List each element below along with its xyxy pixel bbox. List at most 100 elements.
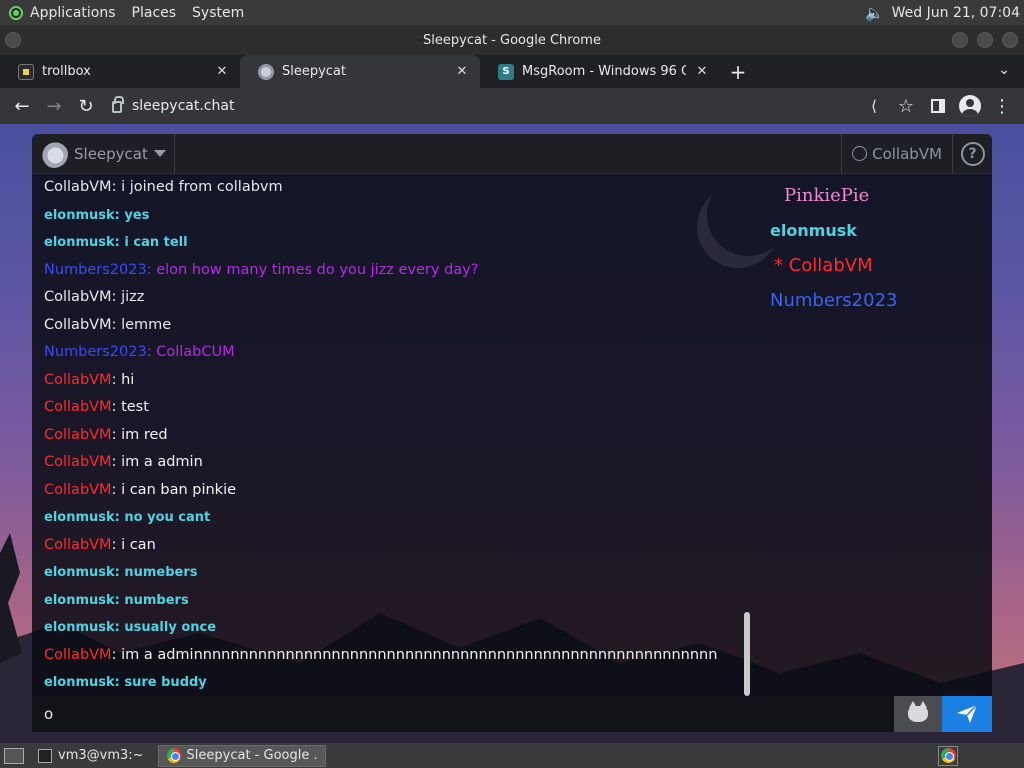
tab-close-icon[interactable]: ✕: [454, 64, 470, 79]
url-text[interactable]: sleepycat.chat: [132, 98, 234, 114]
online-user[interactable]: elonmusk: [770, 213, 970, 248]
tab-close-icon[interactable]: ✕: [694, 64, 710, 79]
side-panel-icon[interactable]: [924, 92, 952, 120]
msgroom-favicon-icon: S: [498, 63, 514, 80]
message-author[interactable]: CollabVM: [44, 482, 112, 498]
message-author[interactable]: CollabVM: [44, 289, 112, 305]
message-composer: [32, 696, 992, 732]
chat-message: elonmusk: sure buddy: [44, 669, 764, 697]
message-text: : im red: [111, 426, 168, 443]
workspace-switcher[interactable]: [938, 745, 958, 766]
window-menu-button[interactable]: [5, 32, 21, 48]
applications-logo-icon: [8, 4, 24, 21]
share-icon[interactable]: ⟨: [860, 92, 888, 120]
message-text: : CollabCUM: [146, 344, 235, 360]
chat-message: CollabVM: i can: [44, 532, 764, 560]
message-author[interactable]: CollabVM: [44, 454, 112, 470]
sleepycat-favicon-icon: [258, 63, 274, 80]
message-author[interactable]: elonmusk: [44, 235, 115, 250]
message-text: : i can ban pinkie: [111, 481, 237, 498]
task-label: Sleepycat - Google ...: [186, 748, 317, 763]
bookmark-star-icon[interactable]: ☆: [892, 92, 920, 120]
message-author[interactable]: CollabVM: [44, 179, 112, 195]
tab-close-icon[interactable]: ✕: [214, 64, 230, 79]
message-scrollbar[interactable]: [744, 612, 750, 696]
chat-message: CollabVM: test: [44, 394, 764, 422]
online-user[interactable]: * CollabVM: [770, 248, 970, 283]
message-author[interactable]: CollabVM: [44, 647, 112, 663]
places-menu[interactable]: Places: [124, 0, 185, 25]
message-text: : usually once: [114, 620, 217, 635]
taskbar-item-terminal[interactable]: vm3@vm3:~: [30, 745, 152, 767]
cat-icon: [908, 701, 928, 722]
taskbar-item-chrome[interactable]: Sleepycat - Google ...: [157, 744, 326, 767]
minimize-button[interactable]: [952, 32, 968, 48]
message-text: : yes: [114, 207, 150, 223]
applications-menu[interactable]: Applications: [0, 0, 124, 25]
maximize-button[interactable]: [977, 32, 993, 48]
tab-search-chevron-icon[interactable]: ⌄: [998, 62, 1010, 78]
message-author[interactable]: elonmusk: [44, 510, 115, 525]
online-user-list: PinkiePie elonmusk * CollabVM Numbers2023: [770, 178, 970, 318]
chat-message: CollabVM: lemme: [44, 312, 764, 340]
web-page: Sleepycat CollabVM ? CollabVM: i joined …: [0, 124, 1024, 743]
chrome-menu-icon[interactable]: ⋮: [988, 92, 1016, 120]
emoji-cat-button[interactable]: [894, 696, 942, 732]
message-text: : im a adminnnnnnnnnnnnnnnnnnnnnnnnnnnnn…: [111, 646, 718, 663]
show-desktop-icon[interactable]: [4, 747, 24, 764]
chat-message: CollabVM: im a adminnnnnnnnnnnnnnnnnnnnn…: [44, 642, 764, 670]
brand-menu-button[interactable]: Sleepycat: [32, 134, 175, 174]
chrome-window: Sleepycat - Google Chrome trollbox ✕ Sle…: [0, 25, 1024, 743]
new-tab-button[interactable]: +: [724, 55, 752, 88]
message-text: : i joined from collabvm: [111, 179, 283, 195]
message-text: : im a admin: [111, 454, 203, 470]
tab-msgroom[interactable]: S MsgRoom - Windows 96 Chat ✕: [480, 55, 720, 88]
clock[interactable]: Wed Jun 21, 07:04: [892, 5, 1020, 21]
help-button[interactable]: ?: [952, 134, 992, 174]
message-author[interactable]: elonmusk: [44, 620, 115, 635]
message-author[interactable]: elonmusk: [44, 208, 115, 223]
user-icon: [852, 146, 868, 161]
chat-message: Numbers2023: CollabCUM: [44, 339, 764, 367]
reload-icon[interactable]: ↻: [72, 92, 100, 120]
system-menu-label: System: [192, 4, 245, 21]
lock-icon[interactable]: [112, 96, 124, 113]
current-user-button[interactable]: CollabVM: [841, 134, 952, 174]
task-label: vm3@vm3:~: [58, 748, 144, 763]
chat-message: CollabVM: jizz: [44, 284, 764, 312]
address-bar[interactable]: sleepycat.chat: [104, 92, 856, 120]
current-user-name: CollabVM: [872, 144, 942, 163]
window-titlebar[interactable]: Sleepycat - Google Chrome: [0, 25, 1024, 55]
message-author[interactable]: elonmusk: [44, 675, 115, 690]
message-author[interactable]: CollabVM: [44, 372, 112, 388]
volume-icon[interactable]: 🔈: [865, 4, 884, 22]
trollbox-favicon-icon: [18, 63, 34, 80]
back-arrow-icon[interactable]: ←: [8, 92, 36, 120]
online-user[interactable]: Numbers2023: [770, 283, 970, 318]
chat-message: elonmusk: usually once: [44, 614, 764, 642]
message-author[interactable]: CollabVM: [44, 399, 112, 415]
message-input[interactable]: [32, 696, 894, 732]
tab-sleepycat[interactable]: Sleepycat ✕: [240, 55, 480, 88]
message-author[interactable]: elonmusk: [44, 593, 115, 608]
window-title: Sleepycat - Google Chrome: [423, 32, 601, 48]
online-user[interactable]: PinkiePie: [770, 178, 970, 213]
chat-message: CollabVM: hi: [44, 367, 764, 395]
message-author[interactable]: elonmusk: [44, 565, 115, 580]
applications-menu-label: Applications: [30, 4, 116, 21]
tab-title: Sleepycat: [282, 64, 347, 79]
message-author[interactable]: Numbers2023: [44, 344, 147, 360]
send-button[interactable]: [942, 696, 992, 732]
close-window-button[interactable]: [1002, 32, 1018, 48]
message-author[interactable]: CollabVM: [44, 427, 112, 443]
brand-name: Sleepycat: [74, 144, 148, 163]
profile-avatar-icon[interactable]: [956, 92, 984, 120]
system-menu[interactable]: System: [184, 0, 252, 25]
forward-arrow-icon[interactable]: →: [40, 92, 68, 120]
message-author[interactable]: CollabVM: [44, 537, 112, 553]
message-text: : hi: [111, 371, 135, 388]
message-author[interactable]: Numbers2023: [44, 262, 147, 278]
message-text: : elon how many times do you jizz every …: [146, 261, 479, 278]
message-author[interactable]: CollabVM: [44, 317, 112, 333]
tab-trollbox[interactable]: trollbox ✕: [0, 55, 240, 88]
